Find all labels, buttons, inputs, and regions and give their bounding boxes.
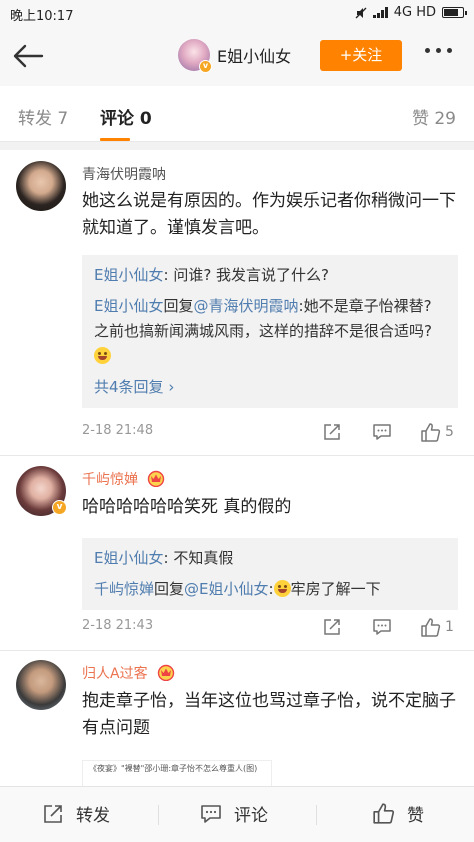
- like-count: 5: [445, 424, 454, 440]
- tab-likes[interactable]: 赞 29: [412, 104, 456, 129]
- share-icon: [44, 804, 62, 823]
- status-indicators: 4G HD: [355, 5, 467, 20]
- avatar[interactable]: v: [178, 39, 212, 73]
- member-crown-icon: [157, 664, 175, 681]
- back-arrow-icon: [13, 44, 44, 68]
- repost-label: 转发: [76, 806, 110, 826]
- status-time: 晚上10:17: [10, 9, 74, 24]
- comment-meta: 2-18 21:43 1: [82, 616, 458, 638]
- comment-label: 评论: [234, 806, 268, 826]
- comment-author[interactable]: 归人A过客: [82, 666, 148, 682]
- reply-mention[interactable]: @青海伏明霞呐: [194, 297, 299, 315]
- reply-author[interactable]: 千屿惊婵: [94, 580, 154, 598]
- reply-text: 牢房了解一下: [290, 580, 381, 598]
- status-bar: 晚上10:17 4G HD: [0, 0, 474, 26]
- thumbs-up-icon: [373, 803, 395, 824]
- avatar[interactable]: [16, 660, 66, 710]
- reply-author[interactable]: E姐小仙女: [94, 266, 163, 284]
- reply-item: E姐小仙女: 不知真假: [94, 546, 446, 571]
- divider: [0, 455, 474, 456]
- network-label: 4G HD: [393, 5, 436, 20]
- signal-icon: [372, 7, 388, 18]
- author-name[interactable]: E姐小仙女: [217, 43, 291, 67]
- like-count: 1: [445, 619, 454, 635]
- comment-time: 2-18 21:43: [82, 618, 154, 633]
- comment-icon: [373, 619, 391, 635]
- thumbs-up-icon: [421, 617, 441, 637]
- nav-bar: v E姐小仙女 +关注: [0, 26, 474, 86]
- comment-icon: [373, 424, 391, 440]
- more-options-icon[interactable]: [425, 48, 452, 53]
- mute-icon: [355, 7, 367, 18]
- reply-button[interactable]: [372, 421, 392, 443]
- divider: [316, 805, 317, 825]
- like-button[interactable]: 赞: [372, 801, 424, 826]
- reply-separator: :: [268, 580, 274, 598]
- active-tab-indicator: [100, 138, 130, 141]
- divider: [0, 142, 474, 150]
- repost-comment-button[interactable]: [322, 421, 342, 443]
- comment-meta: 2-18 21:48 5: [82, 421, 458, 443]
- comment-author-row: 千屿惊婵: [82, 469, 165, 489]
- reply-author[interactable]: E姐小仙女: [94, 297, 163, 315]
- reply-verb: 回复: [154, 580, 185, 598]
- follow-button[interactable]: +关注: [320, 40, 402, 71]
- reply-separator: :: [163, 266, 174, 284]
- divider: [158, 805, 159, 825]
- reply-button[interactable]: [372, 616, 392, 638]
- comment-icon: [201, 804, 221, 823]
- view-all-replies-link[interactable]: 共4条回复 ›: [94, 375, 446, 400]
- image-caption: 《夜宴》"裸替"邵小珊:章子怡不怎么尊重人(图): [89, 764, 258, 773]
- like-button[interactable]: 1: [420, 616, 454, 638]
- verified-badge-icon: v: [52, 500, 67, 515]
- reply-item: E姐小仙女回复@青海伏明霞呐:她不是章子怡裸替? 之前也搞新闻满城风雨，这样的措…: [94, 294, 446, 369]
- chevron-right-icon: ›: [168, 378, 175, 396]
- comment-author-row: 归人A过客: [82, 663, 175, 683]
- reply-item: E姐小仙女: 问谁? 我发言说了什么?: [94, 263, 446, 288]
- reply-text: 不知真假: [173, 549, 234, 567]
- repost-button[interactable]: 转发: [42, 801, 110, 826]
- reply-separator: :: [163, 549, 174, 567]
- comment-text: 哈哈哈哈哈哈笑死 真的假的: [82, 497, 292, 517]
- share-icon: [324, 424, 340, 440]
- bottom-action-bar: 转发 评论 赞: [0, 786, 474, 842]
- like-label: 赞: [407, 806, 424, 826]
- comment-time: 2-18 21:48: [82, 423, 154, 438]
- verified-badge-icon: v: [199, 60, 212, 73]
- divider: [0, 650, 474, 651]
- avatar[interactable]: [16, 161, 66, 211]
- view-all-replies-label: 共4条回复: [94, 378, 164, 396]
- reply-mention[interactable]: @E姐小仙女: [184, 580, 268, 598]
- reply-text: 问谁? 我发言说了什么?: [173, 266, 330, 284]
- post-author[interactable]: v E姐小仙女: [178, 39, 291, 73]
- share-icon: [324, 619, 340, 635]
- reply-author[interactable]: E姐小仙女: [94, 549, 163, 567]
- member-crown-icon: [148, 470, 165, 487]
- comment-text: 抱走章子怡，当年这位也骂过章子怡，说不定脑子有点问题: [82, 691, 456, 738]
- tab-repost[interactable]: 转发 7: [18, 104, 68, 129]
- emoji-icon: [273, 580, 291, 597]
- repost-comment-button[interactable]: [322, 616, 342, 638]
- tab-comments[interactable]: 评论 0: [100, 104, 152, 129]
- comment-button[interactable]: 评论: [200, 801, 268, 826]
- battery-icon: [442, 7, 467, 18]
- reply-item: 千屿惊婵回复@E姐小仙女: 牢房了解一下: [94, 577, 446, 602]
- reply-verb: 回复: [163, 297, 194, 315]
- back-button[interactable]: [10, 38, 46, 74]
- thumbs-up-icon: [421, 422, 441, 442]
- like-button[interactable]: 5: [420, 421, 454, 443]
- comment-author[interactable]: 青海伏明霞呐: [82, 164, 166, 184]
- comment-author[interactable]: 千屿惊婵: [82, 472, 138, 488]
- reply-box[interactable]: E姐小仙女: 问谁? 我发言说了什么? E姐小仙女回复@青海伏明霞呐:她不是章子…: [82, 255, 458, 408]
- comment-text: 她这么说是有原因的。作为娱乐记者你稍微问一下就知道了。谨慎发言吧。: [82, 191, 456, 238]
- reply-box[interactable]: E姐小仙女: 不知真假 千屿惊婵回复@E姐小仙女: 牢房了解一下: [82, 538, 458, 610]
- tab-bar: 转发 7 评论 0 赞 29: [0, 86, 474, 142]
- emoji-icon: [94, 347, 111, 364]
